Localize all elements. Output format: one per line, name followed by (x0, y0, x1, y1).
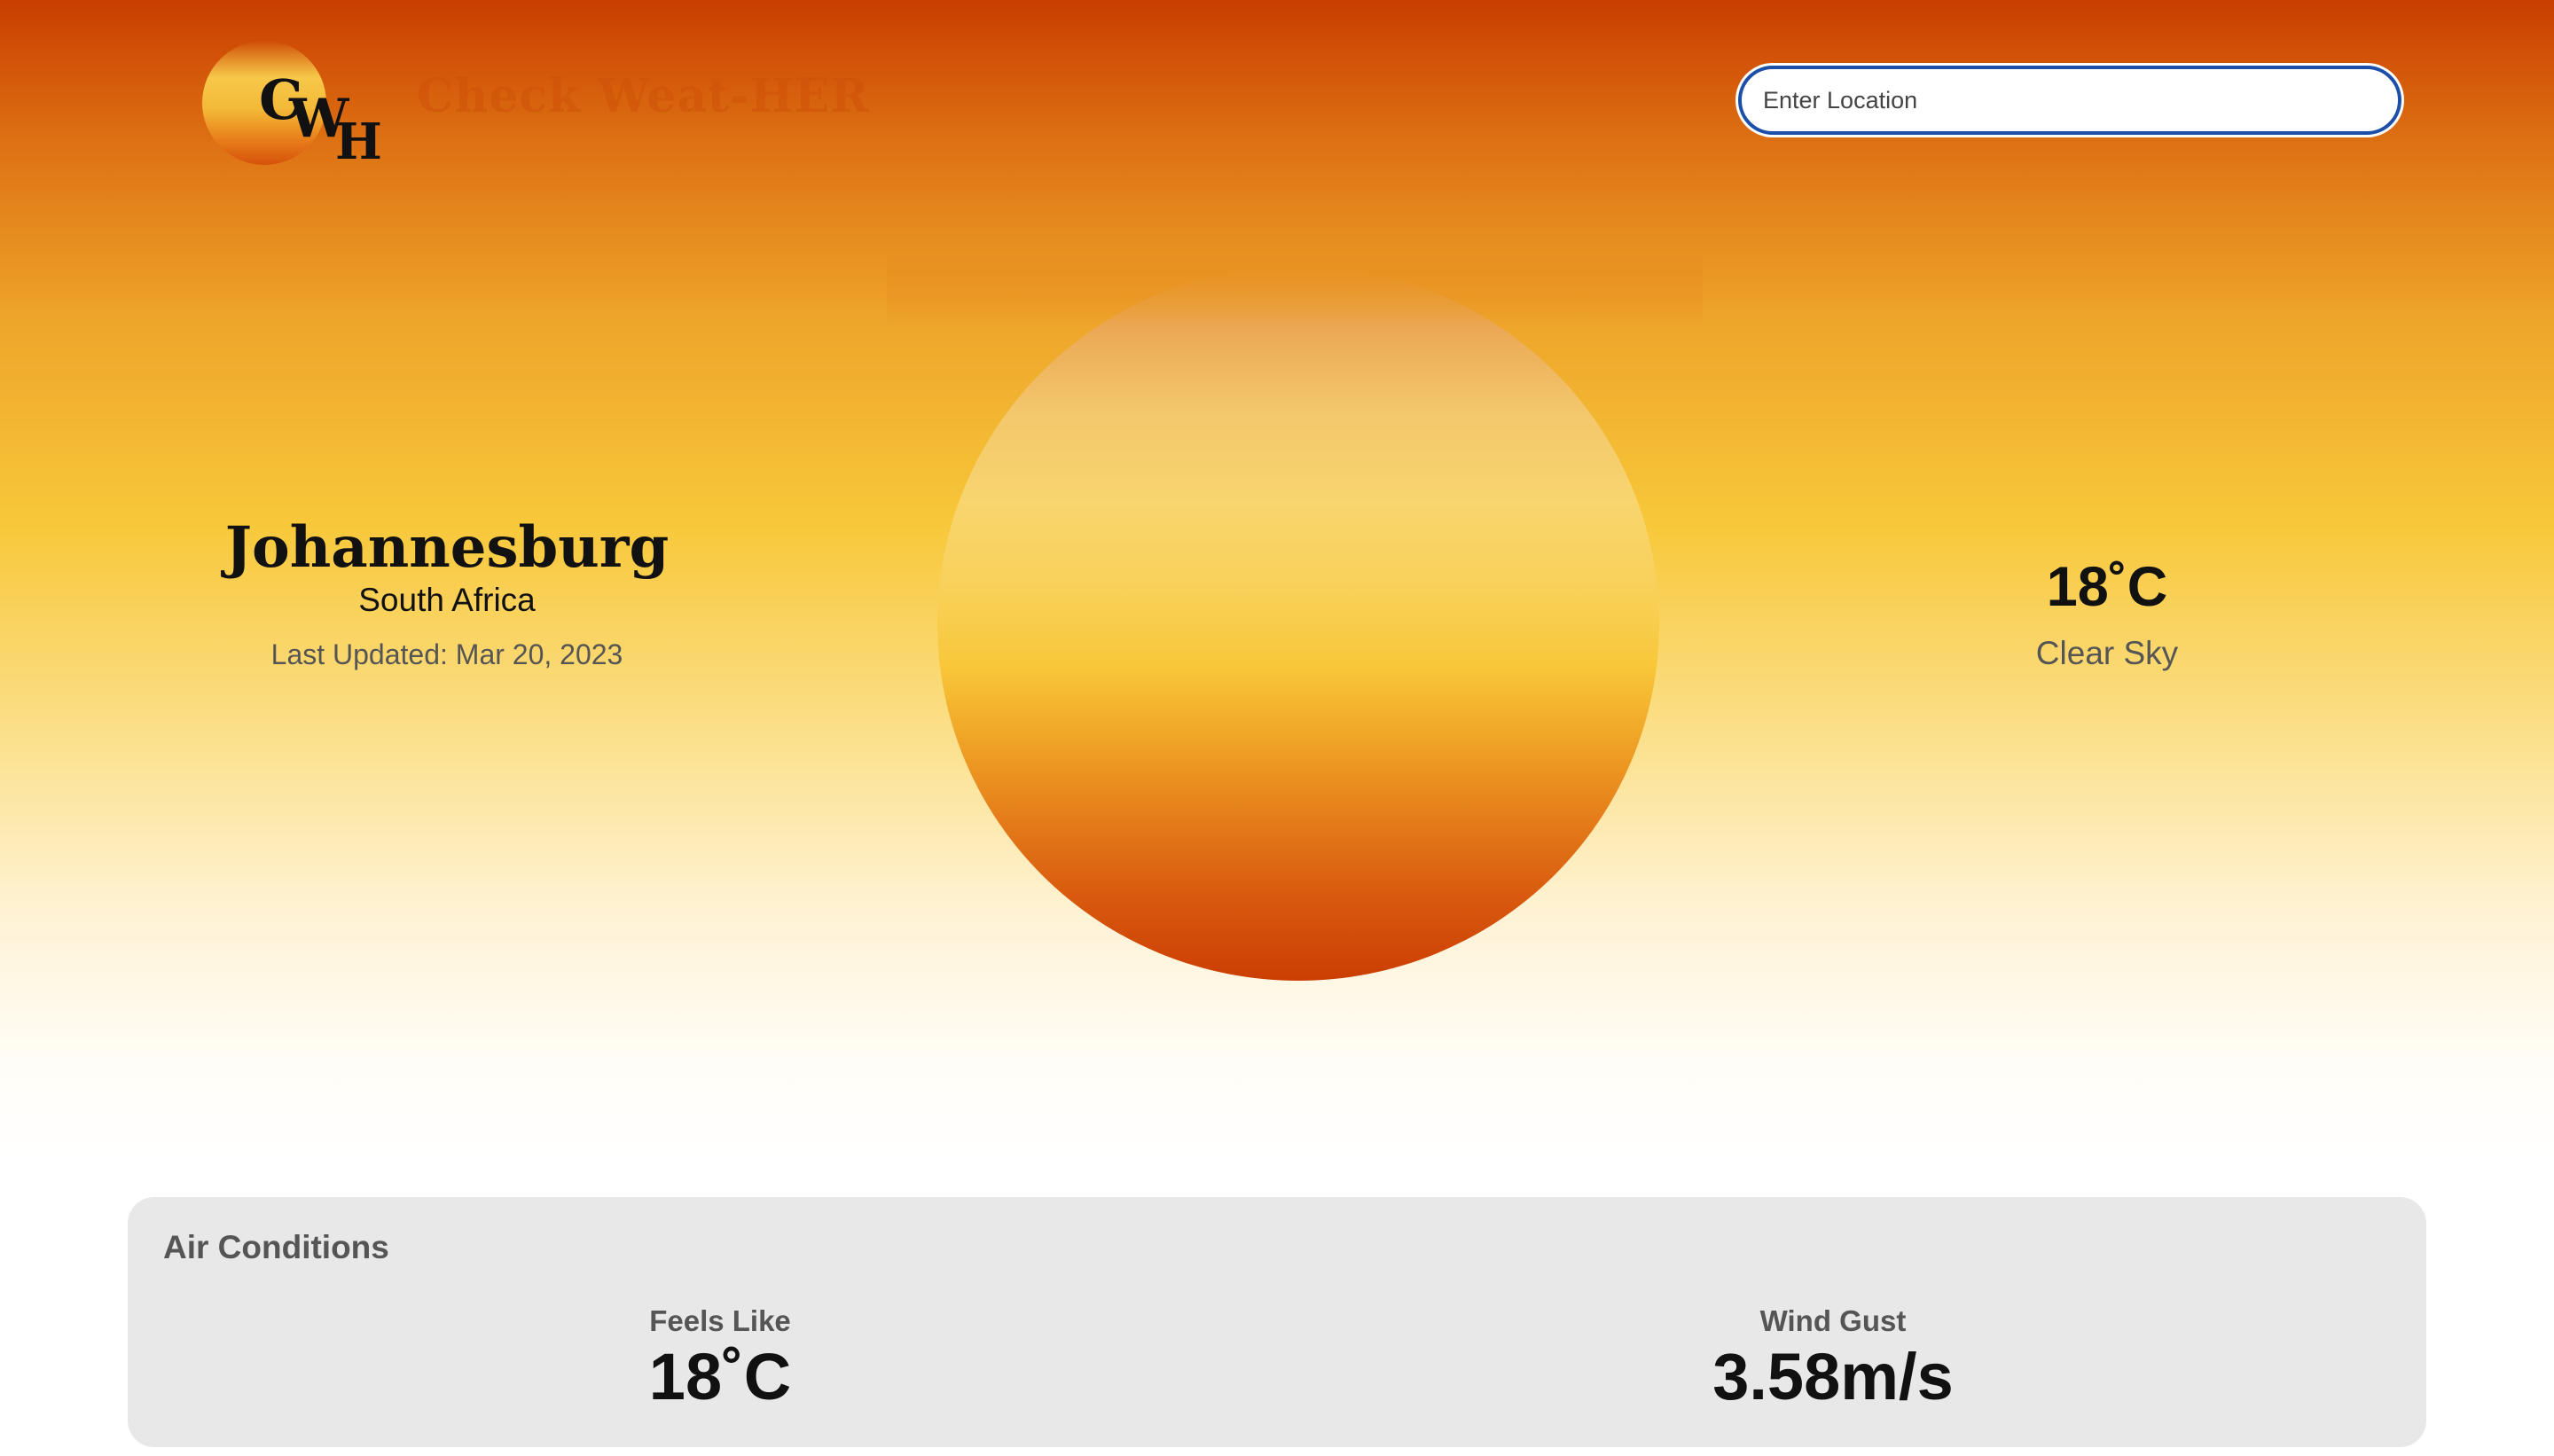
last-updated: Last Updated: Mar 20, 2023 (270, 638, 623, 670)
weather-condition: Clear Sky (2035, 635, 2179, 671)
metric-wind-gust: Wind Gust 3.58m/s (1567, 1303, 2099, 1411)
air-conditions-panel: Air Conditions Feels Like 18˚C Wind Gust… (128, 1197, 2426, 1447)
country-name: South Africa (358, 582, 536, 618)
logo: C W H (202, 41, 382, 174)
app-title: Check Weat-HER (417, 69, 870, 123)
logo-letter-h: H (335, 113, 382, 171)
metric-label: Wind Gust (1759, 1304, 1907, 1337)
sun-icon (937, 266, 1659, 981)
metric-value: 3.58m/s (1712, 1339, 1954, 1413)
metric-label: Feels Like (649, 1304, 791, 1337)
current-temperature: 18˚C (2046, 556, 2168, 618)
location-search-input[interactable] (1738, 66, 2401, 135)
metric-feels-like: Feels Like 18˚C (454, 1303, 986, 1411)
air-conditions-title: Air Conditions (163, 1229, 389, 1265)
sun-top-fade (887, 257, 1703, 328)
city-name: Johannesburg (224, 514, 670, 581)
metric-value: 18˚C (648, 1339, 792, 1413)
